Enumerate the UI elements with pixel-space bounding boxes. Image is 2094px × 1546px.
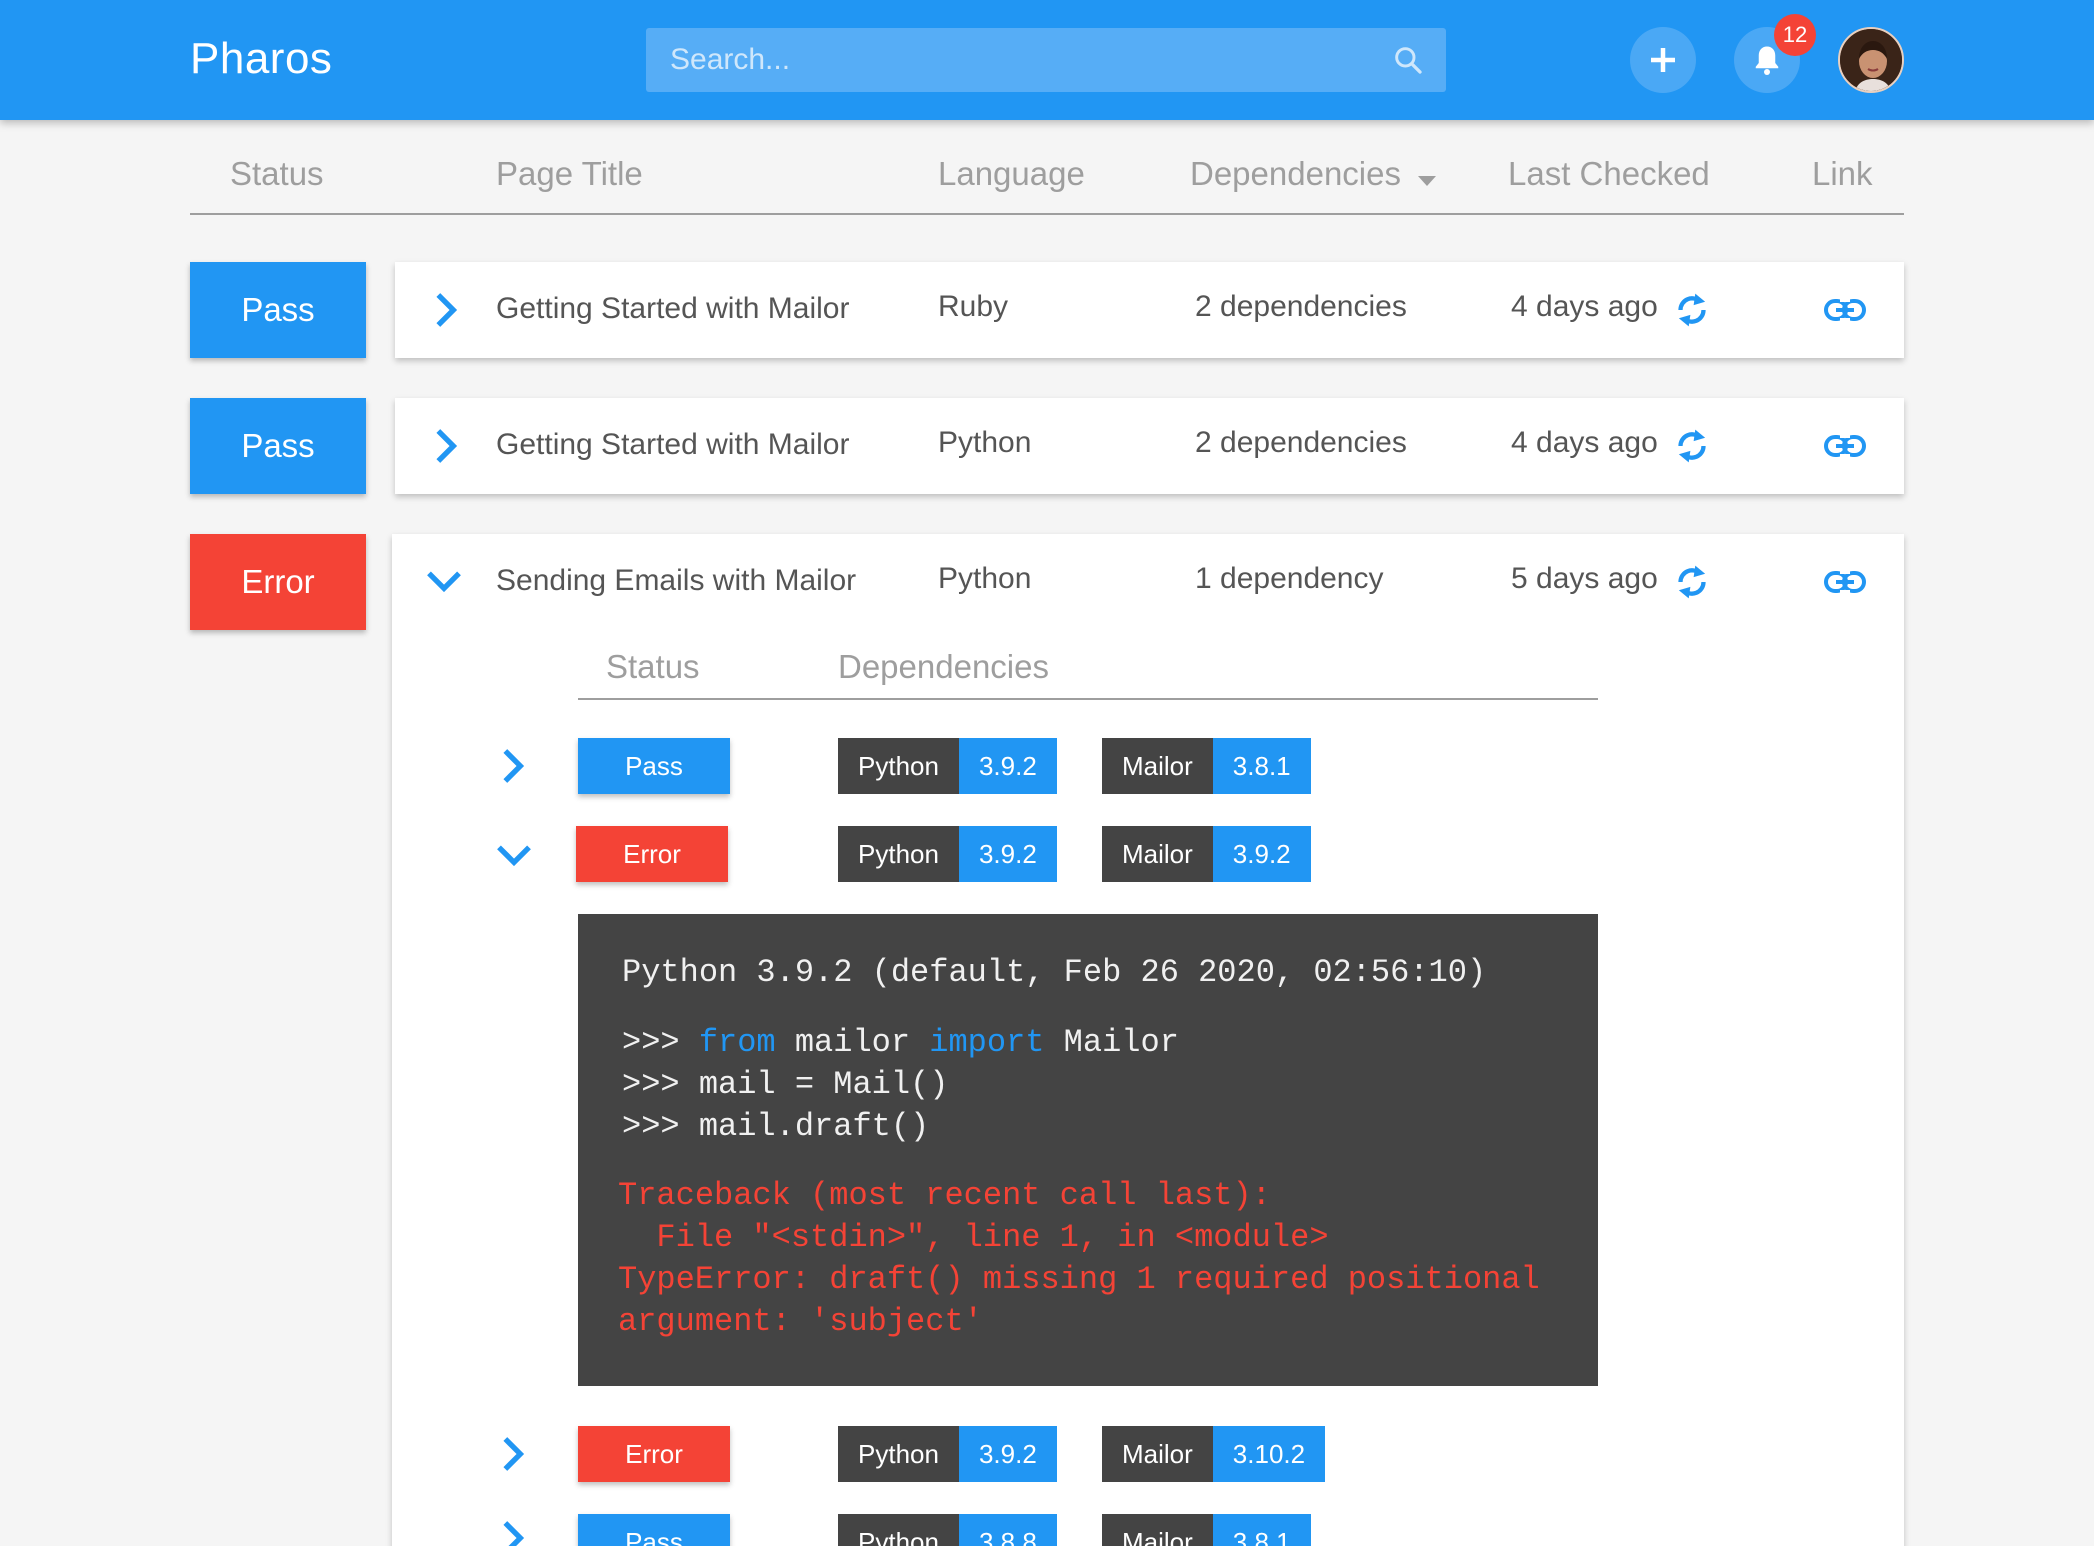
console-header-line: Python 3.9.2 (default, Feb 26 2020, 02:5… <box>622 954 1487 991</box>
error-console-output: Python 3.9.2 (default, Feb 26 2020, 02:5… <box>578 914 1598 1386</box>
plus-icon <box>1651 48 1675 72</box>
status-error-button[interactable]: Error <box>190 534 366 630</box>
refresh-icon[interactable] <box>1672 287 1712 333</box>
dependency-pill: Mailor 3.8.1 <box>1102 1514 1311 1546</box>
dependency-pill: Mailor 3.10.2 <box>1102 1426 1326 1482</box>
add-button[interactable] <box>1630 27 1696 93</box>
console-input-line: >>> from mailor import Mailor <box>622 1024 1179 1061</box>
search-icon[interactable] <box>1392 44 1424 76</box>
chevron-right-icon[interactable] <box>492 1434 532 1474</box>
sub-status-error-button[interactable]: Error <box>578 1426 730 1482</box>
status-pass-button[interactable]: Pass <box>190 262 366 358</box>
dependency-name: Mailor <box>1102 1514 1213 1546</box>
console-prompt: >>> <box>622 1108 699 1145</box>
dependency-name: Python <box>838 738 959 794</box>
chevron-right-icon[interactable] <box>425 426 465 466</box>
row-dependencies: 2 dependencies <box>1195 290 1407 323</box>
chevron-down-icon[interactable] <box>494 834 534 874</box>
row-last-checked: 4 days ago <box>1511 290 1658 323</box>
link-icon[interactable] <box>1823 568 1867 596</box>
column-header-dependencies[interactable]: Dependencies <box>1190 155 1401 215</box>
refresh-icon[interactable] <box>1672 423 1712 469</box>
row-last-checked: 4 days ago <box>1511 426 1658 459</box>
dependency-version: 3.9.2 <box>958 1426 1057 1482</box>
link-icon[interactable] <box>1823 432 1867 460</box>
sub-status-pass-button[interactable]: Pass <box>578 738 730 794</box>
avatar-image <box>1840 29 1902 91</box>
sub-column-header-status[interactable]: Status <box>606 648 700 686</box>
console-prompt: >>> <box>622 1024 699 1061</box>
sort-down-icon[interactable] <box>1418 176 1436 188</box>
chevron-right-icon[interactable] <box>492 746 532 786</box>
row-page-title: Getting Started with Mailor <box>496 428 850 461</box>
column-header-link[interactable]: Link <box>1812 155 1873 215</box>
console-text: mail.draft() <box>698 1108 930 1145</box>
dependency-name: Python <box>838 1514 959 1546</box>
chevron-right-icon[interactable] <box>425 290 465 330</box>
dependency-version: 3.8.8 <box>958 1514 1057 1546</box>
console-prompt: >>> <box>622 1066 699 1103</box>
console-keyword: import <box>929 1024 1045 1061</box>
link-icon[interactable] <box>1823 296 1867 324</box>
row-language: Python <box>938 426 1032 459</box>
row-dependencies: 1 dependency <box>1195 562 1384 595</box>
dependency-version: 3.9.2 <box>958 738 1057 794</box>
sub-header-divider <box>578 698 1598 700</box>
column-header-page-title[interactable]: Page Title <box>496 155 643 215</box>
console-traceback-line: TypeError: draft() missing 1 required po… <box>618 1261 1540 1298</box>
row-language: Ruby <box>938 290 1009 323</box>
console-traceback-line: argument: 'subject' <box>618 1303 983 1340</box>
column-header-last-checked[interactable]: Last Checked <box>1508 155 1710 215</box>
dependency-version: 3.9.2 <box>958 826 1057 882</box>
dependency-pill: Python 3.8.8 <box>838 1514 1057 1546</box>
row-last-checked: 5 days ago <box>1511 562 1658 595</box>
dependency-pill: Python 3.9.2 <box>838 826 1057 882</box>
row-page-title: Getting Started with Mailor <box>496 292 850 325</box>
table-row[interactable]: Getting Started with Mailor Python 2 dep… <box>395 398 1904 494</box>
dependency-version: 3.10.2 <box>1212 1426 1326 1482</box>
console-keyword: from <box>698 1024 776 1061</box>
sub-status-error-button[interactable]: Error <box>576 826 728 882</box>
search-input[interactable] <box>646 28 1376 92</box>
app-brand[interactable]: Pharos <box>190 34 332 84</box>
refresh-icon[interactable] <box>1672 559 1712 605</box>
dependency-version: 3.8.1 <box>1212 738 1311 794</box>
chevron-down-icon[interactable] <box>424 560 464 600</box>
notification-badge: 12 <box>1774 14 1816 56</box>
sub-column-header-dependencies[interactable]: Dependencies <box>838 648 1049 686</box>
dependency-pill: Python 3.9.2 <box>838 738 1057 794</box>
row-dependencies: 2 dependencies <box>1195 426 1407 459</box>
user-avatar[interactable] <box>1838 27 1904 93</box>
console-text: mailor <box>775 1024 930 1061</box>
console-text: mail = Mail() <box>698 1066 949 1103</box>
top-app-bar: Pharos 12 <box>0 0 2094 120</box>
console-text: Mailor <box>1044 1024 1179 1061</box>
table-row[interactable]: Getting Started with Mailor Ruby 2 depen… <box>395 262 1904 358</box>
dependency-name: Python <box>838 1426 959 1482</box>
sub-status-pass-button[interactable]: Pass <box>578 1514 730 1546</box>
dependency-name: Python <box>838 826 959 882</box>
dependency-pill: Mailor 3.8.1 <box>1102 738 1311 794</box>
dependency-name: Mailor <box>1102 826 1213 882</box>
search-box[interactable] <box>646 28 1446 92</box>
dependency-name: Mailor <box>1102 738 1213 794</box>
dependency-pill: Mailor 3.9.2 <box>1102 826 1311 882</box>
dependency-version: 3.9.2 <box>1212 826 1311 882</box>
dependency-version: 3.8.1 <box>1212 1514 1311 1546</box>
console-traceback-line: Traceback (most recent call last): <box>618 1177 1271 1214</box>
column-header-language[interactable]: Language <box>938 155 1085 215</box>
chevron-right-icon[interactable] <box>492 1518 532 1546</box>
row-page-title: Sending Emails with Mailor <box>496 564 857 597</box>
dependency-name: Mailor <box>1102 1426 1213 1482</box>
console-traceback-line: File "<stdin>", line 1, in <module> <box>618 1219 1329 1256</box>
status-pass-button[interactable]: Pass <box>190 398 366 494</box>
console-input-line: >>> mail.draft() <box>622 1108 929 1145</box>
console-input-line: >>> mail = Mail() <box>622 1066 948 1103</box>
row-language: Python <box>938 562 1032 595</box>
header-divider <box>190 213 1904 215</box>
column-header-status[interactable]: Status <box>230 155 324 215</box>
dependency-pill: Python 3.9.2 <box>838 1426 1057 1482</box>
